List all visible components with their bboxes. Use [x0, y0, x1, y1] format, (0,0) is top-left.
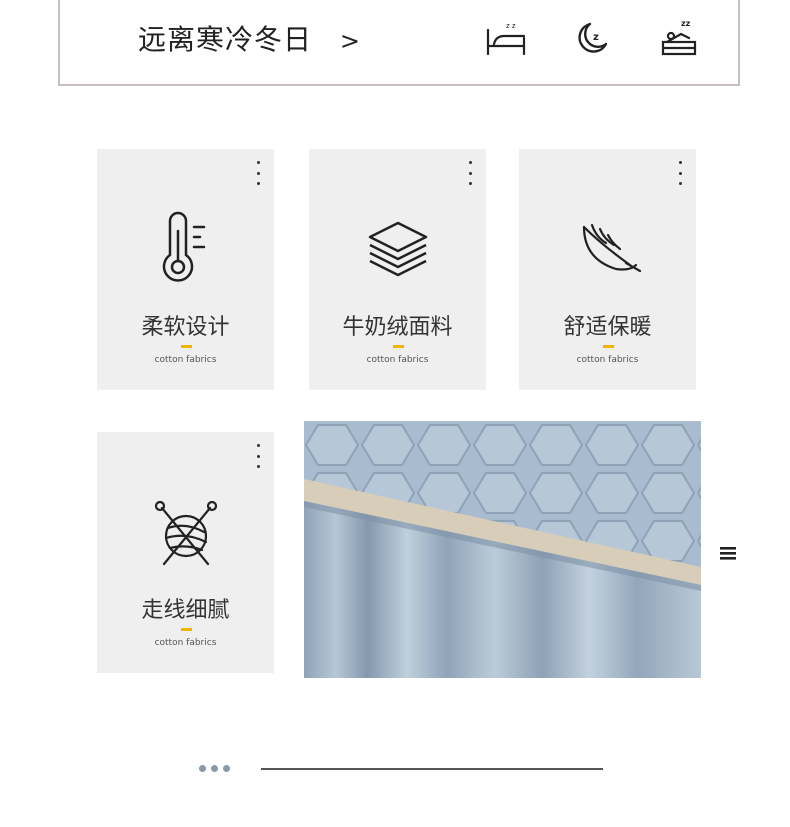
banner-title: 远离寒冷冬日: [138, 23, 313, 56]
fabric-detail-image: [304, 421, 701, 678]
more-options-icon[interactable]: [255, 444, 261, 468]
top-banner: 远离寒冷冬日 > z z z zz: [58, 0, 740, 86]
feature-title: 舒适保暖: [563, 315, 652, 340]
more-options-icon[interactable]: [467, 161, 473, 185]
accent-bar: [602, 345, 614, 348]
feature-card-comfort-warmth[interactable]: 舒适保暖 cotton fabrics: [519, 149, 696, 390]
chevron-right-icon: >: [339, 27, 362, 55]
moon-sleep-icon: z: [578, 22, 608, 53]
feature-card-soft-design[interactable]: 柔软设计 cotton fabrics: [97, 149, 274, 390]
svg-text:z: z: [593, 32, 599, 43]
stacked-layers-icon: [368, 221, 427, 277]
accent-bar: [392, 345, 404, 348]
accent-bar: [180, 628, 192, 631]
feature-title: 牛奶绒面料: [342, 315, 453, 340]
feature-subtitle: cotton fabrics: [154, 638, 217, 648]
feature-subtitle: cotton fabrics: [576, 355, 639, 365]
more-options-icon[interactable]: [677, 161, 683, 185]
feature-title: 走线细腻: [141, 598, 230, 623]
svg-text:z z: z z: [506, 22, 516, 30]
sleeping-person-icon: zz: [661, 19, 697, 56]
pager-line: [261, 768, 603, 770]
product-photo: [304, 421, 701, 678]
pager-dots[interactable]: [199, 765, 230, 772]
feature-card-milk-velvet[interactable]: 牛奶绒面料 cotton fabrics: [309, 149, 486, 390]
feature-card-fine-stitching[interactable]: 走线细腻 cotton fabrics: [97, 432, 274, 673]
feature-title: 柔软设计: [141, 315, 230, 340]
feature-subtitle: cotton fabrics: [154, 355, 217, 365]
menu-icon[interactable]: [719, 544, 737, 562]
more-options-icon[interactable]: [255, 161, 261, 185]
feather-icon: [582, 223, 641, 273]
svg-text:zz: zz: [681, 19, 691, 28]
feature-subtitle: cotton fabrics: [366, 355, 429, 365]
yarn-ball-icon: [154, 500, 217, 566]
sleeping-bed-icon: z z: [486, 22, 526, 56]
banner-link[interactable]: 远离寒冷冬日 >: [138, 18, 361, 58]
thermometer-icon: [162, 211, 205, 282]
accent-bar: [180, 345, 192, 348]
